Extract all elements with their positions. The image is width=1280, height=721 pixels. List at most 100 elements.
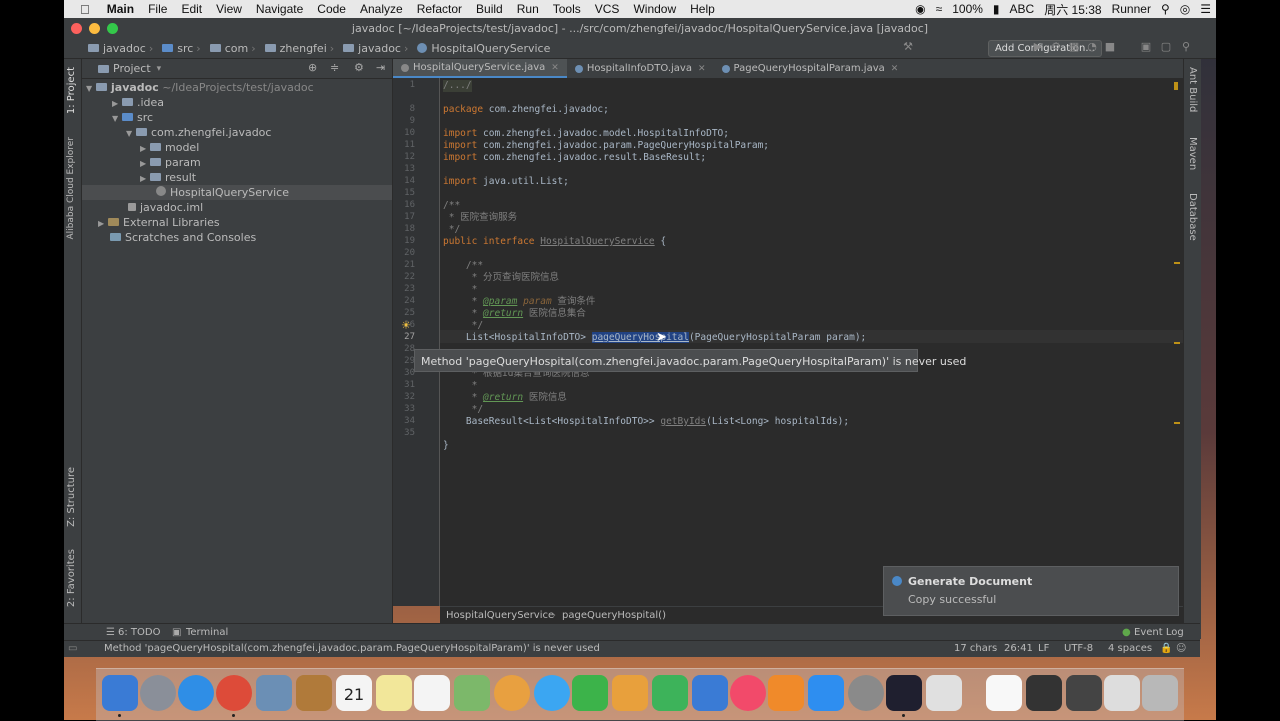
menu-view[interactable]: View — [209, 2, 249, 16]
java-icon[interactable] — [926, 675, 962, 711]
finder2-icon[interactable] — [1104, 675, 1140, 711]
breadcrumb-interface[interactable]: HospitalQueryService — [446, 607, 554, 624]
input-method[interactable]: ABC — [1005, 2, 1040, 16]
screen-icon[interactable] — [1066, 675, 1102, 711]
crumb-service[interactable]: HospitalQueryService — [414, 42, 553, 55]
collapse-icon[interactable]: ≑ — [330, 61, 339, 74]
spotlight-icon[interactable]: ⚲ — [1156, 2, 1175, 16]
line-separator[interactable]: LF — [1038, 641, 1049, 657]
keynote-icon[interactable] — [692, 675, 728, 711]
caret-position[interactable]: 26:41 — [1004, 641, 1033, 657]
favorites-tool-tab[interactable]: 2: Favorites — [66, 549, 77, 607]
crumb-zhengfei[interactable]: zhengfei › — [262, 42, 341, 55]
document-icon[interactable] — [986, 675, 1022, 711]
tree-item-src[interactable]: ▼ src — [82, 110, 422, 125]
menu-analyze[interactable]: Analyze — [353, 2, 410, 16]
inspection-status-icon[interactable] — [1174, 82, 1178, 90]
apple-icon[interactable]:  — [64, 2, 100, 17]
menu-file[interactable]: File — [141, 2, 174, 16]
hide-panel-icon[interactable]: ⇥ — [376, 61, 385, 74]
notification-balloon[interactable]: Generate Document Copy successful — [883, 566, 1179, 616]
debug-icon[interactable]: ⚙ — [1050, 41, 1062, 53]
menu-vcs[interactable]: VCS — [588, 2, 627, 16]
menu-refactor[interactable]: Refactor — [410, 2, 469, 16]
tree-item-root[interactable]: ▼ javadoc ~/IdeaProjects/test/javadoc — [82, 80, 396, 95]
preferences-icon[interactable] — [848, 675, 884, 711]
battery-icon[interactable]: ▮ — [988, 2, 1005, 16]
layout-icon[interactable]: ▢ — [1160, 41, 1172, 53]
search-icon[interactable]: ⚲ — [1180, 41, 1192, 53]
collapsed-arrow-icon[interactable]: ▶ — [140, 141, 150, 156]
messages-icon[interactable] — [534, 675, 570, 711]
ant-build-tab[interactable]: Ant Build — [1187, 67, 1198, 112]
warning-marker[interactable] — [1174, 422, 1180, 424]
user-name[interactable]: Runner — [1107, 2, 1156, 16]
folded-header-comment[interactable]: /.../ — [443, 80, 472, 92]
tree-item-external-libraries[interactable]: ▶ External Libraries — [82, 215, 408, 230]
photos-icon[interactable] — [494, 675, 530, 711]
collapsed-arrow-icon[interactable]: ▶ — [140, 156, 150, 171]
method-name[interactable]: getByIds — [660, 416, 706, 427]
calendar-icon[interactable]: 21 — [336, 675, 372, 711]
record-icon[interactable]: ◉ — [910, 2, 930, 16]
tree-item-idea[interactable]: ▶ .idea — [82, 95, 422, 110]
lightbulb-icon[interactable]: ☀ — [401, 319, 411, 332]
wifi-icon[interactable]: ≈ — [931, 2, 948, 16]
terminal-tab[interactable]: Terminal — [186, 624, 228, 641]
gear-icon[interactable]: ⚙ — [354, 61, 364, 74]
menu-navigate[interactable]: Navigate — [249, 2, 310, 16]
finder-icon[interactable] — [102, 675, 138, 711]
tree-item-package[interactable]: ▼ com.zhengfei.javadoc — [82, 125, 436, 140]
expanded-arrow-icon[interactable]: ▼ — [112, 111, 122, 126]
menu-window[interactable]: Window — [626, 2, 683, 16]
intellij-icon[interactable] — [886, 675, 922, 711]
menu-app[interactable]: Main — [100, 2, 141, 16]
crumb-project[interactable]: javadoc › — [64, 42, 159, 55]
project-view-selector[interactable]: Project — [113, 62, 151, 75]
notification-center-icon[interactable]: ☰ — [1195, 2, 1216, 16]
coverage-icon[interactable]: ▦ — [1068, 41, 1080, 53]
menu-edit[interactable]: Edit — [174, 2, 209, 16]
crumb-javadoc[interactable]: javadoc › — [340, 42, 414, 55]
maps-icon[interactable] — [454, 675, 490, 711]
trash-icon[interactable] — [1142, 675, 1178, 711]
stop-icon[interactable]: ■ — [1104, 41, 1116, 53]
menu-run[interactable]: Run — [510, 2, 546, 16]
menu-tools[interactable]: Tools — [546, 2, 588, 16]
tab-hospital-info-dto[interactable]: HospitalInfoDTO.java ✕ — [567, 59, 714, 78]
tree-item-service[interactable]: HospitalQueryService — [82, 185, 392, 200]
tree-item-scratches[interactable]: Scratches and Consoles — [82, 230, 420, 245]
menu-build[interactable]: Build — [469, 2, 510, 16]
file-encoding[interactable]: UTF-8 — [1064, 641, 1093, 657]
interface-name[interactable]: HospitalQueryService — [540, 236, 654, 247]
inspector-icon[interactable]: ☺ — [1176, 641, 1186, 657]
close-tab-icon[interactable]: ✕ — [551, 63, 559, 73]
chevron-down-icon[interactable]: ▾ — [157, 64, 162, 74]
preview-icon[interactable] — [256, 675, 292, 711]
maven-tab[interactable]: Maven — [1187, 137, 1198, 170]
indent-setting[interactable]: 4 spaces — [1108, 641, 1152, 657]
hammer-icon[interactable]: ⚒ — [902, 41, 914, 53]
warning-marker[interactable] — [1174, 342, 1180, 344]
locate-icon[interactable]: ⊕ — [308, 61, 317, 74]
todo-tab[interactable]: 6: TODO — [118, 624, 160, 641]
collapsed-arrow-icon[interactable]: ▶ — [98, 216, 108, 231]
contacts-icon[interactable] — [296, 675, 332, 711]
warning-marker[interactable] — [1174, 262, 1180, 264]
profile-icon[interactable]: ◔ — [1086, 41, 1098, 53]
tab-hospital-query-service[interactable]: HospitalQueryService.java ✕ — [393, 59, 567, 78]
chrome-icon[interactable] — [216, 675, 252, 711]
run-icon[interactable]: ▶ — [1032, 41, 1044, 53]
add-configuration-button[interactable]: Add Configuration... — [988, 40, 1102, 57]
expanded-arrow-icon[interactable]: ▼ — [126, 126, 136, 141]
cloud-explorer-tab[interactable]: Alibaba Cloud Explorer — [66, 137, 76, 240]
crumb-com[interactable]: com › — [207, 42, 262, 55]
music-icon[interactable] — [730, 675, 766, 711]
method-name-selected[interactable]: pageQueryHospital — [591, 332, 689, 343]
launchpad-icon[interactable] — [140, 675, 176, 711]
close-tab-icon[interactable]: ✕ — [891, 64, 899, 74]
project-tool-tab[interactable]: 1: Project — [66, 67, 77, 114]
tree-item-iml[interactable]: javadoc.iml — [82, 200, 438, 215]
close-tab-icon[interactable]: ✕ — [698, 64, 706, 74]
clock[interactable]: 周六 15:38 — [1039, 1, 1106, 18]
